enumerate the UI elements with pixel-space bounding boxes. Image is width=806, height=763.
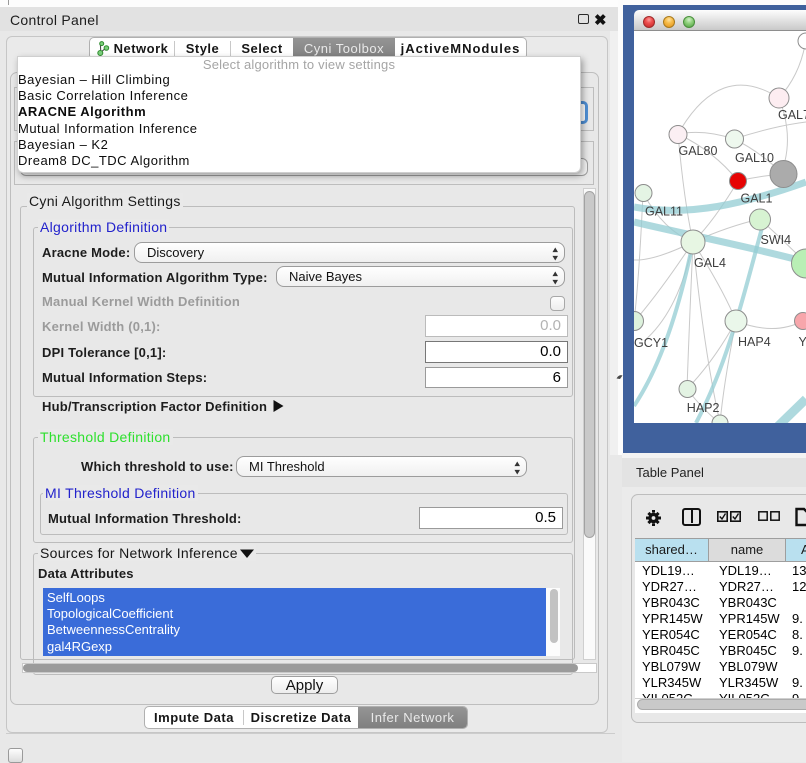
svg-text:SWI4: SWI4 [761, 233, 792, 247]
svg-text:HAP4: HAP4 [738, 335, 771, 349]
svg-text:GAL1: GAL1 [741, 192, 773, 206]
svg-text:GAL10: GAL10 [735, 151, 774, 165]
svg-text:GAL80: GAL80 [679, 144, 718, 158]
svg-text:GAL11: GAL11 [645, 205, 683, 219]
svg-text:Y: Y [799, 335, 806, 349]
svg-text:GAL4: GAL4 [694, 256, 726, 270]
svg-text:HAP2: HAP2 [687, 401, 720, 415]
svg-text:GAL7: GAL7 [778, 108, 806, 122]
svg-text:GCY1: GCY1 [634, 336, 668, 350]
